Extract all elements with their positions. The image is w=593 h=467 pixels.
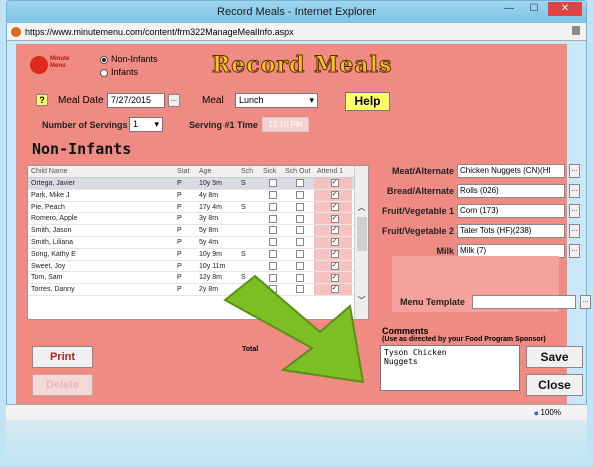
pointer-arrow <box>223 274 365 384</box>
green-arrow-icon <box>223 274 365 384</box>
globe-icon: ● <box>533 408 539 418</box>
reflection <box>6 420 587 467</box>
zoom-level[interactable]: 100% <box>541 408 561 417</box>
status-bar: 100% ● <box>6 404 587 420</box>
